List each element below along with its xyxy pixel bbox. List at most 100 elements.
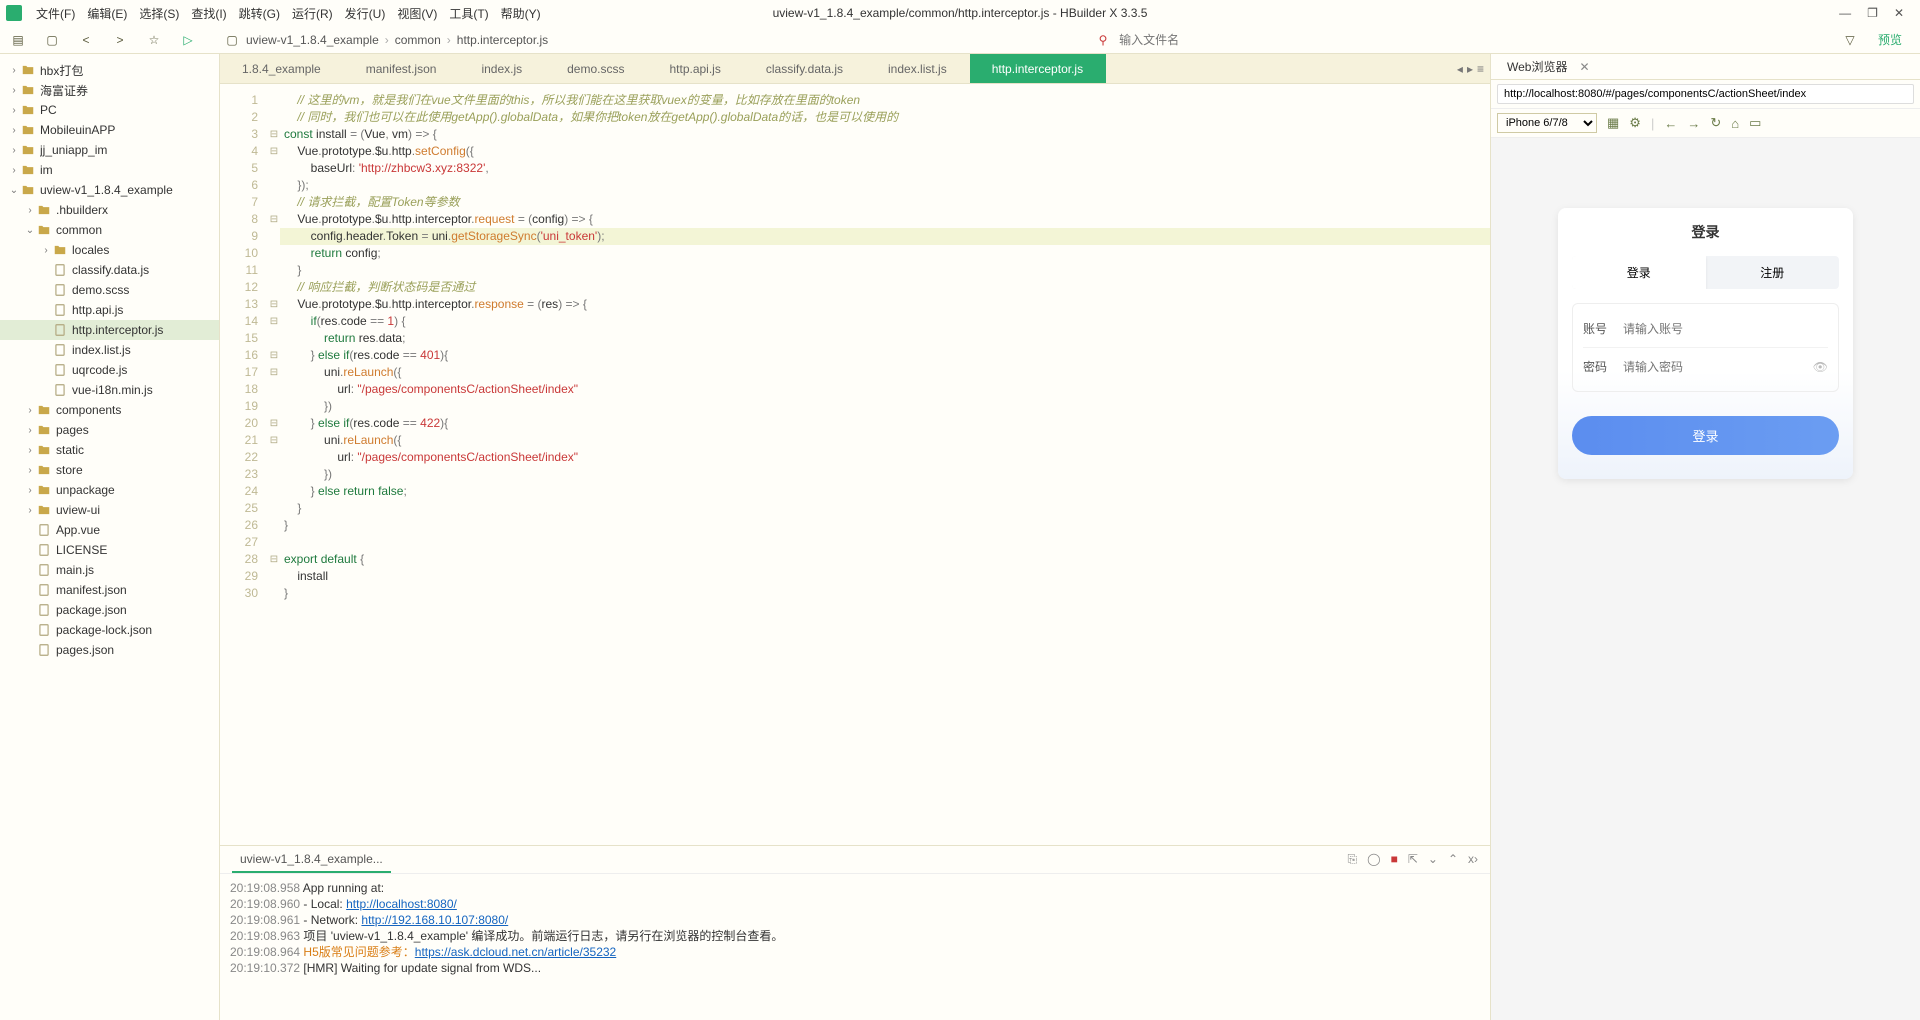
menu-工具(T)[interactable]: 工具(T) — [443, 7, 494, 21]
tree-item[interactable]: ›海富证券 — [0, 80, 219, 100]
tree-item[interactable]: ›.hbuilderx — [0, 200, 219, 220]
tree-item[interactable]: ⌄uview-v1_1.8.4_example — [0, 180, 219, 200]
tree-item[interactable]: http.interceptor.js — [0, 320, 219, 340]
tab-prev-icon[interactable]: ◂ — [1457, 62, 1463, 76]
code-line[interactable]: Vue.prototype.$u.http.interceptor.respon… — [280, 296, 1490, 313]
code-line[interactable]: uni.reLaunch({ — [280, 364, 1490, 381]
console-tab[interactable]: uview-v1_1.8.4_example... — [232, 846, 391, 873]
tree-item[interactable]: ›store — [0, 460, 219, 480]
code-line[interactable]: } — [280, 262, 1490, 279]
tree-item[interactable]: ›jj_uniapp_im — [0, 140, 219, 160]
code-line[interactable]: config.header.Token = uni.getStorageSync… — [280, 228, 1490, 245]
tree-item[interactable]: ›PC — [0, 100, 219, 120]
tree-item[interactable]: ›static — [0, 440, 219, 460]
code-line[interactable]: install — [280, 568, 1490, 585]
code-line[interactable]: // 同时，我们也可以在此使用getApp().globalData，如果你把t… — [280, 109, 1490, 126]
code-line[interactable]: Vue.prototype.$u.http.setConfig({ — [280, 143, 1490, 160]
tree-item[interactable]: index.list.js — [0, 340, 219, 360]
code-line[interactable]: } — [280, 585, 1490, 602]
tree-item[interactable]: ›MobileuinAPP — [0, 120, 219, 140]
tree-item[interactable]: ›pages — [0, 420, 219, 440]
tree-item[interactable]: App.vue — [0, 520, 219, 540]
star-icon[interactable]: ☆ — [146, 32, 162, 48]
tree-item[interactable]: LICENSE — [0, 540, 219, 560]
console-link[interactable]: https://ask.dcloud.net.cn/article/35232 — [415, 945, 616, 959]
menu-视图(V)[interactable]: 视图(V) — [391, 7, 443, 21]
save-icon[interactable]: ▢ — [44, 32, 60, 48]
forward-icon[interactable]: > — [112, 32, 128, 48]
wv-refresh-icon[interactable]: ↻ — [1710, 115, 1721, 131]
back-icon[interactable]: < — [78, 32, 94, 48]
filename-input[interactable] — [1115, 31, 1295, 49]
code-line[interactable]: return res.data; — [280, 330, 1490, 347]
code-line[interactable]: uni.reLaunch({ — [280, 432, 1490, 449]
tab-register[interactable]: 注册 — [1706, 256, 1840, 289]
code-line[interactable]: // 请求拦截，配置Token等参数 — [280, 194, 1490, 211]
editor-tab[interactable]: index.js — [459, 54, 545, 83]
tree-item[interactable]: package-lock.json — [0, 620, 219, 640]
field-input[interactable] — [1623, 322, 1828, 336]
qr-icon[interactable]: ▦ — [1607, 115, 1619, 131]
code-line[interactable]: const install = (Vue, vm) => { — [280, 126, 1490, 143]
new-file-icon[interactable]: ▤ — [10, 32, 26, 48]
wv-back-icon[interactable]: ← — [1664, 116, 1677, 131]
code-line[interactable]: url: "/pages/componentsC/actionSheet/ind… — [280, 381, 1490, 398]
menu-跳转(G)[interactable]: 跳转(G) — [233, 7, 286, 21]
crumb-file[interactable]: http.interceptor.js — [457, 33, 548, 47]
run-icon[interactable]: ▷ — [180, 32, 196, 48]
webview-url-input[interactable] — [1497, 84, 1914, 104]
editor-tab[interactable]: demo.scss — [545, 54, 647, 83]
code-line[interactable]: return config; — [280, 245, 1490, 262]
wv-home-icon[interactable]: ⌂ — [1731, 116, 1739, 131]
menu-选择(S)[interactable]: 选择(S) — [133, 7, 185, 21]
console-output[interactable]: 20:19:08.958 App running at:20:19:08.960… — [220, 874, 1490, 1020]
tree-item[interactable]: main.js — [0, 560, 219, 580]
console-stop-icon[interactable]: ◯ — [1367, 852, 1380, 867]
console-expand-icon[interactable]: ⌃ — [1448, 852, 1458, 867]
menu-查找(I)[interactable]: 查找(I) — [185, 7, 232, 21]
console-link[interactable]: http://192.168.10.107:8080/ — [361, 913, 508, 927]
code-line[interactable]: } — [280, 500, 1490, 517]
webview-tab[interactable]: Web浏览器 — [1499, 56, 1575, 77]
editor-tab[interactable]: 1.8.4_example — [220, 54, 344, 83]
eye-icon[interactable]: 👁 — [1813, 360, 1828, 374]
menu-文件(F)[interactable]: 文件(F) — [30, 7, 81, 21]
preview-button[interactable]: 预览 — [1870, 29, 1910, 50]
code-line[interactable]: } — [280, 517, 1490, 534]
code-line[interactable]: }) — [280, 398, 1490, 415]
menu-发行(U)[interactable]: 发行(U) — [339, 7, 392, 21]
console-pin-icon[interactable]: ⇱ — [1408, 852, 1418, 867]
tree-item[interactable]: ›unpackage — [0, 480, 219, 500]
code-line[interactable]: } else return false; — [280, 483, 1490, 500]
editor-tab[interactable]: index.list.js — [866, 54, 970, 83]
filter-icon[interactable]: ▽ — [1842, 32, 1858, 48]
code-line[interactable]: Vue.prototype.$u.http.interceptor.reques… — [280, 211, 1490, 228]
console-close-icon[interactable]: x› — [1468, 852, 1478, 867]
tree-item[interactable]: ›locales — [0, 240, 219, 260]
menu-运行(R)[interactable]: 运行(R) — [286, 7, 339, 21]
code-line[interactable]: export default { — [280, 551, 1490, 568]
field-input[interactable] — [1623, 360, 1813, 374]
wv-devtools-icon[interactable]: ▭ — [1749, 115, 1761, 131]
maximize-icon[interactable]: ❐ — [1867, 6, 1878, 20]
code-line[interactable]: } else if(res.code == 401){ — [280, 347, 1490, 364]
tree-item[interactable]: ›hbx打包 — [0, 60, 219, 80]
code-line[interactable]: url: "/pages/componentsC/actionSheet/ind… — [280, 449, 1490, 466]
settings-icon[interactable]: ⚙ — [1629, 115, 1641, 131]
console-clear-icon[interactable]: ■ — [1391, 852, 1398, 867]
device-select[interactable]: iPhone 6/7/8 — [1497, 113, 1597, 133]
code-line[interactable]: }) — [280, 466, 1490, 483]
editor-tab[interactable]: classify.data.js — [744, 54, 866, 83]
crumb-project[interactable]: uview-v1_1.8.4_example — [246, 33, 379, 47]
tree-item[interactable]: ⌄common — [0, 220, 219, 240]
menu-编辑(E)[interactable]: 编辑(E) — [81, 7, 133, 21]
tab-next-icon[interactable]: ▸ — [1467, 62, 1473, 76]
editor-tab[interactable]: manifest.json — [344, 54, 460, 83]
tree-item[interactable]: vue-i18n.min.js — [0, 380, 219, 400]
tree-item[interactable]: pages.json — [0, 640, 219, 660]
tree-item[interactable]: package.json — [0, 600, 219, 620]
wv-forward-icon[interactable]: → — [1687, 116, 1700, 131]
code-line[interactable]: // 响应拦截，判断状态码是否通过 — [280, 279, 1490, 296]
console-copy-icon[interactable]: ⎘ — [1348, 852, 1358, 867]
code-line[interactable]: }); — [280, 177, 1490, 194]
